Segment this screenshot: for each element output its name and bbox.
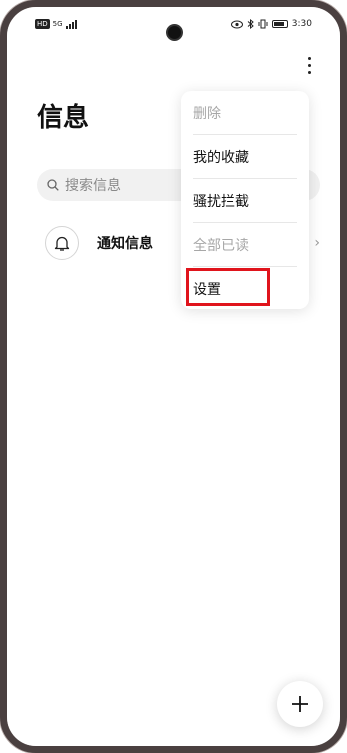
- page-title: 信息: [37, 103, 90, 133]
- eye-icon: [230, 20, 243, 28]
- vibrate-icon: [258, 19, 268, 29]
- menu-item-mark-all-read[interactable]: 全部已读: [193, 223, 297, 266]
- compose-button[interactable]: [277, 681, 323, 727]
- bell-icon: [45, 226, 79, 260]
- front-camera: [167, 26, 181, 39]
- screen: HD 5G 3:30 信息 搜索信息 通知信息 › 删除 我的收藏 骚扰拦截 全…: [7, 7, 340, 746]
- overflow-menu: 删除 我的收藏 骚扰拦截 全部已读 设置: [181, 91, 309, 309]
- signal-text: 5G: [52, 20, 63, 28]
- search-icon: [47, 179, 59, 191]
- battery-icon: [271, 20, 288, 28]
- search-placeholder: 搜索信息: [65, 178, 121, 194]
- bluetooth-icon: [247, 19, 254, 29]
- status-time: 3:30: [291, 19, 312, 29]
- status-right: 3:30: [230, 19, 312, 29]
- menu-item-settings[interactable]: 设置: [193, 267, 297, 310]
- more-vertical-icon[interactable]: [306, 57, 312, 74]
- menu-item-spam-block[interactable]: 骚扰拦截: [193, 179, 297, 222]
- menu-item-delete[interactable]: 删除: [193, 91, 297, 134]
- menu-item-favorites[interactable]: 我的收藏: [193, 135, 297, 178]
- phone-frame: HD 5G 3:30 信息 搜索信息 通知信息 › 删除 我的收藏 骚扰拦截 全…: [0, 0, 347, 753]
- hd-badge: HD: [35, 19, 50, 29]
- chevron-right-icon: ›: [314, 235, 320, 251]
- list-item-label: 通知信息: [97, 236, 153, 252]
- signal-icon: [65, 19, 77, 29]
- plus-icon: [292, 696, 308, 712]
- status-left: HD 5G: [35, 19, 78, 29]
